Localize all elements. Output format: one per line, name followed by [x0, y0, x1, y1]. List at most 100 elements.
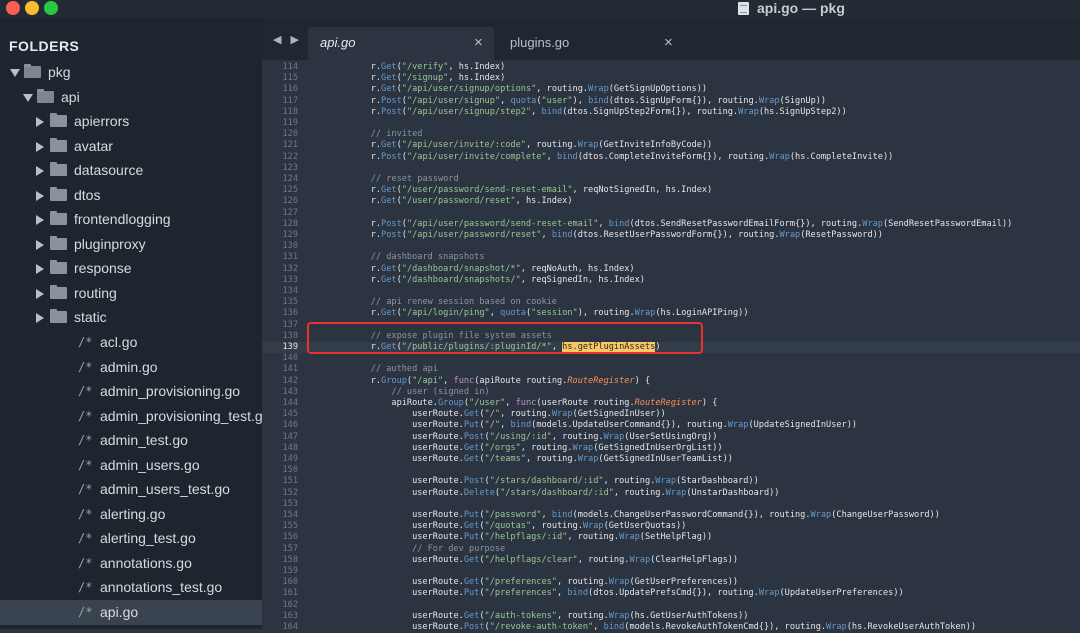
tab-plugins-go[interactable]: plugins.go × — [498, 27, 684, 60]
code-line[interactable]: r.Get("/dashboard/snapshot/*", reqNoAuth… — [350, 264, 635, 275]
code-line[interactable]: userRoute.Put("/preferences", bind(dtos.… — [350, 588, 904, 599]
folder-item[interactable]: datasource — [0, 158, 262, 183]
code-line[interactable]: r.Get("/api/user/invite/:code", routing.… — [350, 140, 713, 151]
close-icon[interactable]: × — [474, 27, 483, 59]
code-line[interactable]: userRoute.Get("/orgs", routing.Wrap(GetS… — [350, 443, 723, 454]
folder-item[interactable]: frontendlogging — [0, 207, 262, 232]
folder-icon — [50, 309, 67, 324]
code-line[interactable]: // user (signed in) — [350, 387, 489, 398]
window-title-text: api.go — pkg — [757, 0, 845, 16]
folder-icon — [50, 113, 67, 128]
code-line[interactable]: userRoute.Get("/helpflags/clear", routin… — [350, 555, 738, 566]
folder-item[interactable]: dtos — [0, 183, 262, 208]
line-number: 134 — [282, 286, 298, 296]
line-number: 132 — [282, 263, 298, 274]
code-line[interactable]: // dashboard snapshots — [350, 252, 485, 263]
line-number: 154 — [282, 510, 298, 520]
file-item[interactable]: /* alerting_test.go — [0, 526, 262, 551]
file-item[interactable]: /* api.go — [0, 600, 262, 625]
file-item[interactable]: /* annotations_test.go — [0, 575, 262, 600]
chevron-right-icon[interactable] — [36, 117, 44, 128]
folder-item[interactable]: api — [0, 85, 262, 110]
line-number: 160 — [282, 577, 298, 588]
code-line[interactable]: // For dev purpose — [350, 544, 505, 555]
chevron-right-icon[interactable] — [36, 166, 44, 177]
file-item[interactable]: /* admin_users.go — [0, 453, 262, 478]
minimize-window-button[interactable] — [25, 1, 39, 15]
folder-item[interactable]: routing — [0, 281, 262, 306]
file-icon: /* — [78, 335, 93, 350]
code-line[interactable]: r.Post("/api/user/signup", quota("user")… — [350, 96, 826, 107]
code-line[interactable]: r.Get("/api/user/signup/options", routin… — [350, 84, 707, 95]
folder-item[interactable]: pluginproxy — [0, 232, 262, 257]
code-line[interactable]: userRoute.Put("/", bind(models.UpdateUse… — [350, 420, 857, 431]
code-line[interactable]: apiRoute.Group("/user", func(userRoute r… — [350, 398, 717, 409]
code-line[interactable]: r.Get("/signup", hs.Index) — [350, 73, 506, 84]
folder-item[interactable]: static — [0, 305, 262, 330]
chevron-down-icon[interactable] — [10, 69, 20, 77]
file-item[interactable]: /* admin.go — [0, 355, 262, 380]
chevron-right-icon[interactable] — [36, 264, 44, 275]
code-line[interactable]: userRoute.Post("/revoke-auth-token", bin… — [350, 622, 976, 633]
close-window-button[interactable] — [6, 1, 20, 15]
chevron-right-icon[interactable] — [36, 288, 44, 299]
code-line[interactable]: userRoute.Get("/quotas", routing.Wrap(Ge… — [350, 521, 686, 532]
code-line[interactable]: userRoute.Post("/using/:id", routing.Wra… — [350, 432, 717, 443]
code-line[interactable]: // authed api — [350, 364, 438, 375]
line-number: 140 — [282, 353, 298, 364]
line-number: 143 — [282, 386, 298, 397]
code-line[interactable]: // invited — [350, 129, 423, 140]
zoom-window-button[interactable] — [44, 1, 58, 15]
code-line[interactable]: userRoute.Get("/auth-tokens", routing.Wr… — [350, 611, 748, 622]
code-line[interactable]: r.Group("/api", func(apiRoute routing.Ro… — [350, 376, 650, 387]
code-line[interactable]: r.Post("/api/user/signup/step2", bind(dt… — [350, 107, 847, 118]
file-item[interactable]: /* admin_provisioning_test.go — [0, 404, 262, 429]
code-line[interactable]: r.Post("/api/user/password/send-reset-em… — [350, 219, 1013, 230]
item-label: alerting.go — [100, 505, 166, 522]
chevron-right-icon[interactable] — [36, 215, 44, 226]
chevron-right-icon[interactable] — [36, 313, 44, 324]
tab-label: api.go — [320, 35, 356, 50]
line-number: 141 — [282, 364, 298, 375]
code-line[interactable]: userRoute.Delete("/stars/dashboard/:id",… — [350, 488, 779, 499]
file-item[interactable]: /* annotations.go — [0, 551, 262, 576]
chevron-down-icon[interactable] — [23, 93, 33, 102]
file-item[interactable]: /* alerting.go — [0, 502, 262, 527]
code-line[interactable]: userRoute.Get("/teams", routing.Wrap(Get… — [350, 454, 733, 465]
file-icon: /* — [78, 433, 93, 448]
code-line[interactable]: // api renew session based on cookie — [350, 297, 557, 308]
folder-item[interactable]: apierrors — [0, 109, 262, 134]
folder-item[interactable]: response — [0, 256, 262, 281]
file-item[interactable]: /* admin_users_test.go — [0, 477, 262, 502]
code-line[interactable]: userRoute.Post("/stars/dashboard/:id", r… — [350, 476, 759, 487]
code-line[interactable]: r.Post("/api/user/invite/complete", bind… — [350, 152, 894, 163]
tab-nav-arrows[interactable]: ◀ ▶ — [273, 33, 302, 46]
code-line[interactable]: userRoute.Get("/preferences", routing.Wr… — [350, 577, 738, 588]
folder-item[interactable]: pkg — [0, 60, 262, 85]
chevron-right-icon[interactable] — [36, 190, 44, 201]
item-label: api — [61, 88, 80, 105]
code-line[interactable]: // reset password — [350, 174, 459, 185]
code-line[interactable]: r.Get("/api/login/ping", quota("session"… — [350, 308, 749, 319]
file-item[interactable]: /* acl.go — [0, 330, 262, 355]
code-line[interactable]: r.Get("/verify", hs.Index) — [350, 62, 506, 73]
code-line[interactable]: r.Get("/dashboard/snapshots/", reqSigned… — [350, 275, 645, 286]
tab-api-go[interactable]: api.go × — [308, 27, 494, 60]
code-line[interactable]: r.Post("/api/user/password/reset", bind(… — [350, 230, 883, 241]
code-line[interactable]: r.Get("/user/password/send-reset-email",… — [350, 185, 713, 196]
code-line[interactable]: r.Get("/user/password/reset", hs.Index) — [350, 196, 573, 207]
chevron-right-icon[interactable] — [36, 239, 44, 250]
tab-bar: ◀ ▶ api.go × plugins.go × — [262, 18, 1080, 60]
line-number: 150 — [282, 465, 298, 476]
chevron-right-icon[interactable] — [36, 141, 44, 152]
line-number: 121 — [282, 140, 298, 151]
item-label: avatar — [74, 137, 113, 154]
code-line[interactable]: userRoute.Put("/helpflags/:id", routing.… — [350, 532, 712, 543]
line-number: 123 — [282, 162, 298, 173]
code-line[interactable]: userRoute.Get("/", routing.Wrap(GetSigne… — [350, 409, 666, 420]
file-item[interactable]: /* admin_test.go — [0, 428, 262, 453]
folder-item[interactable]: avatar — [0, 134, 262, 159]
code-line[interactable]: userRoute.Put("/password", bind(models.C… — [350, 510, 940, 521]
file-item[interactable]: /* admin_provisioning.go — [0, 379, 262, 404]
close-icon[interactable]: × — [664, 27, 673, 59]
